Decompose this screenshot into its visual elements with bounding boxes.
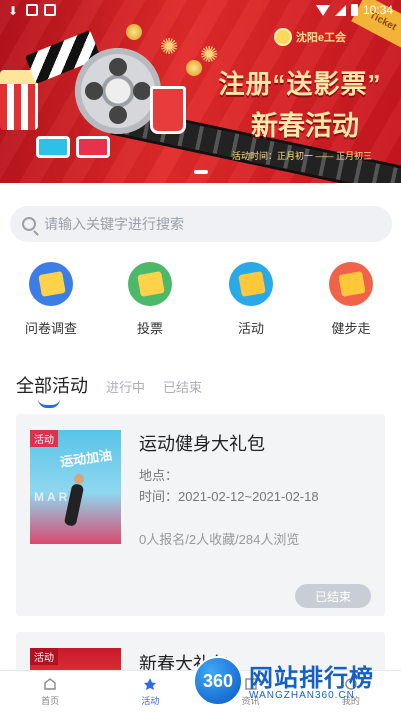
watermark-url: WANGZHAN360.CN bbox=[249, 690, 355, 701]
tab-all-activities[interactable]: 全部活动 bbox=[16, 372, 88, 408]
coin-icon bbox=[126, 24, 142, 40]
download-icon: ⬇ bbox=[8, 4, 19, 18]
walk-icon bbox=[329, 262, 373, 306]
activity-status-button[interactable]: 已结束 bbox=[295, 584, 371, 608]
search-icon bbox=[22, 217, 36, 231]
promo-banner[interactable]: ✺ ✺ 沈阳e工会 Ticket 注册“送影票” 新春活动 活动时间：正月初一 … bbox=[0, 0, 401, 183]
search-input[interactable] bbox=[44, 216, 364, 232]
quick-entry-label: 活动 bbox=[237, 321, 264, 336]
tab-ongoing[interactable]: 进行中 bbox=[106, 377, 145, 398]
banner-subline: 新春活动 bbox=[251, 111, 359, 141]
banner-event-time: 活动时间：正月初一 —— 正月初三 bbox=[232, 151, 373, 161]
activity-icon bbox=[229, 262, 273, 306]
nav-label: 活动 bbox=[141, 696, 160, 706]
status-time: 10:34 bbox=[362, 3, 393, 17]
notification-icon bbox=[26, 4, 38, 16]
drink-cup-icon bbox=[150, 86, 186, 134]
watermark-text: 网站排行榜 bbox=[249, 665, 374, 692]
union-logo-text: 沈阳e工会 bbox=[295, 32, 346, 44]
activity-card[interactable]: 活动 运动加油 MARK 运动健身大礼包 地点： 时间：2021-02-12~2… bbox=[16, 414, 385, 616]
activity-time: 时间：2021-02-12~2021-02-18 bbox=[139, 489, 319, 504]
wifi-icon bbox=[315, 4, 330, 16]
watermark-badge: 360 bbox=[193, 656, 243, 706]
carousel-indicator[interactable] bbox=[193, 170, 208, 174]
carousel-dot[interactable] bbox=[193, 170, 208, 174]
runner-graphic bbox=[74, 474, 84, 484]
status-bar: ⬇ 10:34 bbox=[0, 0, 401, 20]
activity-title: 运动健身大礼包 bbox=[139, 434, 265, 454]
poster-art-text: 运动加油 bbox=[59, 447, 113, 470]
firework-icon: ✺ bbox=[160, 34, 179, 59]
quick-entry-vote[interactable]: 投票 bbox=[110, 262, 190, 337]
quick-entry-label: 健步走 bbox=[331, 321, 371, 336]
quick-entry-survey[interactable]: 问卷调查 bbox=[11, 262, 91, 337]
quick-entry-label: 投票 bbox=[136, 321, 163, 336]
survey-icon bbox=[29, 262, 73, 306]
banner-headline: 注册“送影票” bbox=[218, 69, 382, 99]
activity-tag: 活动 bbox=[30, 648, 58, 665]
vote-icon bbox=[128, 262, 172, 306]
nav-label: 首页 bbox=[41, 696, 60, 706]
popcorn-icon bbox=[0, 70, 38, 130]
signal-icon bbox=[334, 4, 346, 16]
battery-icon bbox=[350, 4, 358, 16]
nav-home[interactable]: 首页 bbox=[0, 671, 100, 713]
activity-place: 地点： bbox=[139, 468, 179, 483]
tab-ended[interactable]: 已结束 bbox=[163, 377, 202, 398]
quick-entry-grid: 问卷调查 投票 活动 健步走 bbox=[0, 262, 401, 342]
3d-glasses-icon bbox=[36, 136, 116, 160]
quick-entry-walk[interactable]: 健步走 bbox=[311, 262, 391, 337]
activity-poster: 活动 运动加油 MARK bbox=[30, 430, 121, 544]
film-reel-icon bbox=[75, 48, 161, 134]
nav-activity[interactable]: 活动 bbox=[100, 671, 200, 713]
union-logo: 沈阳e工会 bbox=[273, 28, 346, 46]
home-icon bbox=[44, 678, 56, 690]
watermark: 360 网站排行榜 WANGZHAN360.CN bbox=[193, 652, 399, 712]
search-bar[interactable] bbox=[10, 206, 392, 242]
activity-tag: 活动 bbox=[30, 430, 58, 447]
activity-tabs: 全部活动 进行中 已结束 bbox=[16, 372, 220, 408]
activity-stats: 0人报名/2人收藏/284人浏览 bbox=[139, 532, 300, 547]
star-icon bbox=[144, 678, 157, 690]
union-logo-icon bbox=[273, 28, 292, 46]
app-notification-icon bbox=[44, 4, 56, 16]
quick-entry-label: 问卷调查 bbox=[24, 321, 77, 336]
quick-entry-activity[interactable]: 活动 bbox=[211, 262, 291, 337]
